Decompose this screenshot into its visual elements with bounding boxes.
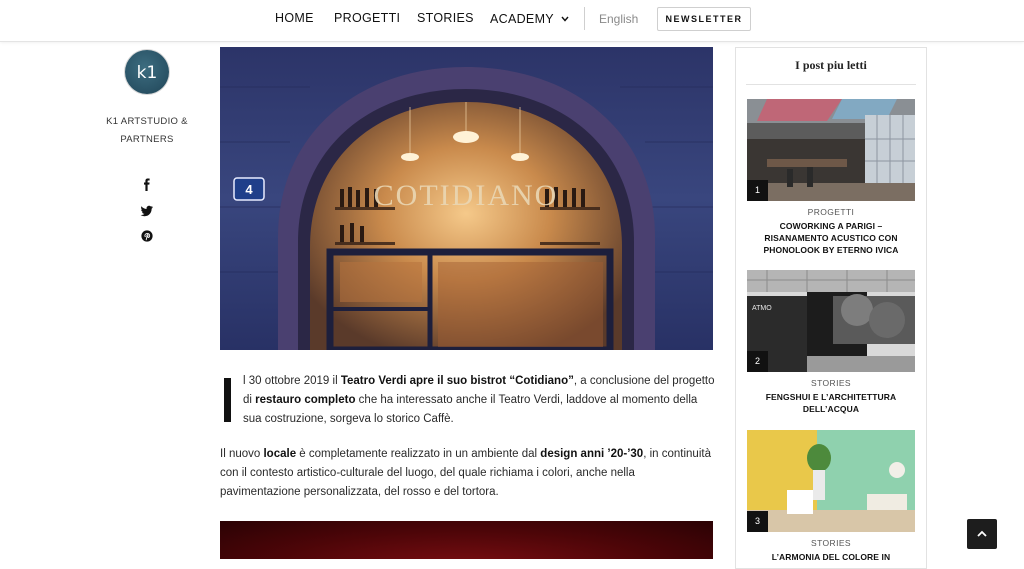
nav-progetti[interactable]: PROGETTI: [334, 11, 400, 25]
house-number: 4: [245, 182, 253, 197]
p2-text-1: Il nuovo: [220, 448, 264, 460]
nav-academy-label: ACADEMY: [490, 12, 554, 26]
post-category[interactable]: STORIES: [747, 538, 915, 548]
sign-text: COTIDIANO: [374, 179, 559, 212]
p1-text-1: l 30 ottobre 2019 il: [243, 375, 341, 387]
post-thumbnail[interactable]: 3: [747, 430, 915, 532]
popular-posts-sidebar: I post piu letti 1 PROGETTI COWORKING A …: [735, 47, 927, 569]
chevron-down-icon: [561, 11, 569, 25]
chevron-up-icon: [977, 530, 987, 537]
article-paragraph-1: l 30 ottobre 2019 il Teatro Verdi apre i…: [243, 372, 715, 429]
nav-academy[interactable]: ACADEMY: [490, 11, 569, 26]
post-category[interactable]: STORIES: [747, 378, 915, 388]
author-name-line2: PARTNERS: [120, 134, 174, 145]
top-navigation: HOME PROGETTI STORIES ACADEMY English NE…: [0, 0, 1024, 42]
post-title[interactable]: FENGSHUI E L’ARCHITETTURA DELL’ACQUA: [747, 391, 915, 415]
p2-bold-2: design anni ’20-’30: [540, 448, 644, 460]
post-category[interactable]: PROGETTI: [747, 207, 915, 217]
nav-home[interactable]: HOME: [275, 11, 314, 25]
nav-stories[interactable]: STORIES: [417, 11, 474, 25]
newsletter-button[interactable]: NEWSLETTER: [657, 7, 751, 31]
twitter-icon[interactable]: [140, 204, 154, 218]
nav-divider: [584, 7, 585, 30]
p1-bold-1: Teatro Verdi apre il suo bistrot “Cotidi…: [340, 375, 574, 387]
post-thumbnail[interactable]: 1: [747, 99, 915, 201]
article-paragraph-2: Il nuovo locale è completamente realizza…: [220, 445, 715, 502]
sidebar-title: I post piu letti: [795, 58, 867, 72]
second-photo: [220, 521, 713, 559]
post-rank: 2: [747, 351, 768, 372]
p1-bold-2: restauro completo: [255, 394, 356, 406]
facebook-icon[interactable]: [140, 178, 154, 192]
logo-text: k1: [137, 63, 158, 83]
drop-cap: [224, 378, 231, 422]
post-rank: 1: [747, 180, 768, 201]
post-title[interactable]: L’ARMONIA DEL COLORE IN: [747, 551, 915, 563]
author-name[interactable]: K1 ARTSTUDIO & PARTNERS: [100, 113, 194, 149]
p2-text-2: è completamente realizzato in un ambient…: [296, 448, 541, 460]
p2-bold-1: locale: [263, 448, 297, 460]
language-switch[interactable]: English: [599, 12, 638, 26]
sidebar-divider: [746, 84, 916, 85]
hero-photo: COTIDIANO 4: [220, 47, 713, 350]
post-rank: 3: [747, 511, 768, 532]
pinterest-icon[interactable]: [140, 229, 154, 243]
back-to-top-button[interactable]: [967, 519, 997, 549]
author-logo[interactable]: k1: [125, 50, 169, 94]
post-title[interactable]: COWORKING A PARIGI – RISANAMENTO ACUSTIC…: [747, 220, 915, 256]
post-thumbnail[interactable]: ATMO 2: [747, 270, 915, 372]
author-name-line1: K1 ARTSTUDIO &: [106, 116, 188, 127]
image-text: ATMO: [752, 305, 772, 312]
